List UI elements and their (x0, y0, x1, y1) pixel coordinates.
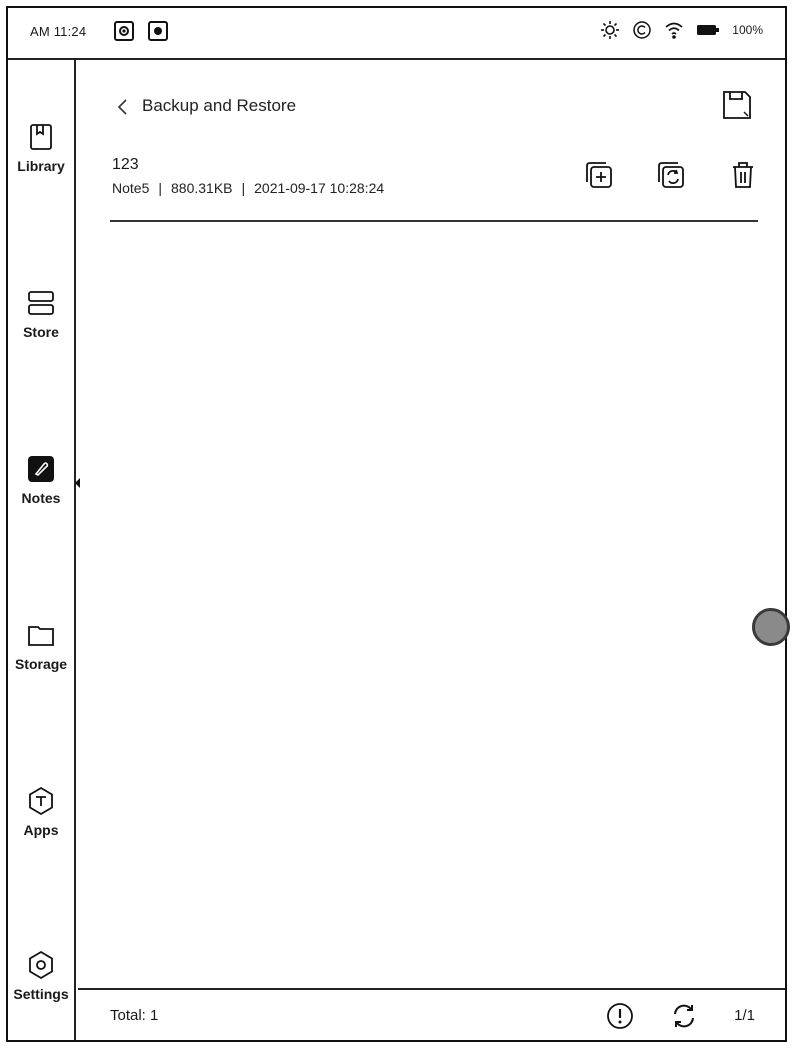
page-title: Backup and Restore (142, 96, 297, 115)
meta-separator: | (241, 180, 246, 196)
sidebar-item-label: Store (23, 324, 59, 340)
status-bar: AM 11:24 100% (8, 8, 785, 60)
backup-name: 123 (112, 156, 139, 173)
backup-button[interactable] (719, 88, 755, 124)
restore-icon (658, 162, 684, 188)
info-icon (607, 1003, 633, 1029)
gear-icon (26, 950, 56, 980)
add-copy-button[interactable] (582, 158, 616, 192)
page-indicator: 1/1 (734, 1007, 755, 1024)
footer-bar: Total: 1 1/1 (78, 988, 785, 1040)
refresh-button[interactable] (670, 1002, 698, 1030)
page-header: Backup and Restore (108, 88, 755, 128)
clock: AM 11:24 (30, 24, 87, 39)
store-icon (26, 288, 56, 318)
trash-icon (733, 162, 753, 188)
sidebar-item-store[interactable]: Store (8, 288, 74, 340)
delete-button[interactable] (726, 158, 760, 192)
battery-icon (696, 20, 720, 40)
active-indicator (75, 478, 80, 488)
meta-separator: | (158, 180, 162, 196)
floating-ball-button[interactable] (752, 608, 790, 646)
copy-add-icon (586, 162, 612, 188)
screen-icon[interactable] (148, 21, 168, 41)
hexagon-icon (26, 786, 56, 816)
sidebar-item-label: Apps (23, 822, 59, 838)
sidebar-item-library[interactable]: Library (8, 122, 74, 174)
backup-size: 880.31KB (171, 180, 233, 196)
sidebar-item-storage[interactable]: Storage (8, 620, 74, 672)
pen-icon (26, 454, 56, 484)
wifi-icon[interactable] (664, 20, 684, 40)
floppy-icon (723, 91, 751, 119)
sidebar-item-notes[interactable]: Notes (8, 454, 80, 506)
brightness-icon[interactable] (600, 20, 620, 40)
refresh-icon (674, 1004, 694, 1028)
book-icon (26, 122, 56, 152)
sidebar: Library Store Notes Storage Apps Setting… (8, 60, 80, 1040)
info-button[interactable] (606, 1002, 634, 1030)
total-count: Total: 1 (110, 1007, 159, 1024)
sidebar-item-label: Storage (14, 656, 68, 672)
chevron-left-icon (117, 99, 127, 115)
status-icons: 100% (600, 20, 763, 40)
backup-date: 2021-09-17 10:28:24 (254, 180, 385, 196)
copyright-icon (632, 20, 652, 40)
sidebar-item-label: Notes (21, 490, 61, 506)
list-item[interactable]: 123 Note5 | 880.31KB | 2021-09-17 10:28:24 (110, 152, 758, 222)
backup-meta: Note5 | 880.31KB | 2021-09-17 10:28:24 (112, 180, 384, 196)
sidebar-item-apps[interactable]: Apps (8, 786, 74, 838)
sidebar-item-label: Settings (13, 986, 69, 1002)
folder-icon (26, 620, 56, 650)
back-button[interactable] (108, 92, 138, 122)
battery-level: 100% (732, 23, 763, 37)
device-screen: AM 11:24 100% Library Store Notes Storag… (6, 6, 790, 1042)
sidebar-item-settings[interactable]: Settings (8, 950, 74, 1002)
restore-button[interactable] (654, 158, 688, 192)
record-icon[interactable] (114, 21, 134, 41)
sidebar-item-label: Library (17, 158, 65, 174)
backup-notebook: Note5 (112, 180, 150, 196)
